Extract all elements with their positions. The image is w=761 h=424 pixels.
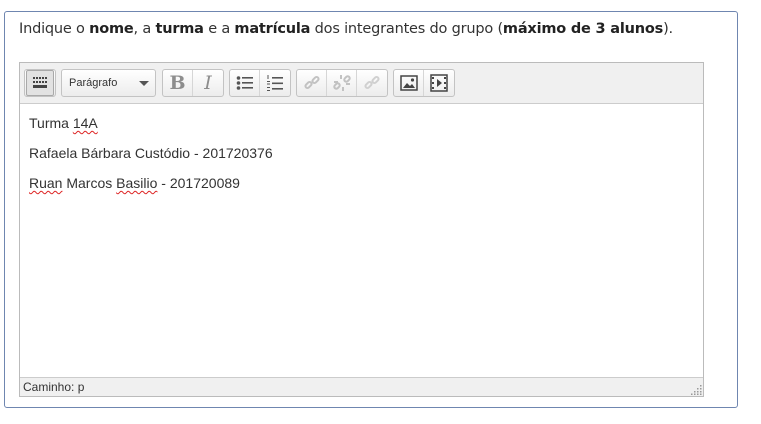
question-text: Indique o nome, a turma e a matrícula do… xyxy=(19,21,673,37)
paragraph-format-value: Parágrafo xyxy=(69,77,118,89)
unlink-button[interactable] xyxy=(327,70,357,96)
question-text-part: ). xyxy=(663,21,673,37)
bold-icon: B xyxy=(169,72,186,94)
content-line: Ruan Marcos Basilio - 201720089 xyxy=(29,175,273,191)
question-bold-registration: matrícula xyxy=(234,21,311,37)
question-bold-name: nome xyxy=(89,21,134,37)
question-text-part: dos integrantes do grupo ( xyxy=(310,21,503,37)
text-style-group: B I xyxy=(162,69,224,97)
bold-button[interactable]: B xyxy=(163,70,193,96)
image-icon xyxy=(399,75,418,91)
question-text-part: , a xyxy=(133,21,156,37)
list-group xyxy=(229,69,291,97)
misspelled-word: Ruan xyxy=(29,175,63,191)
toolbar-toggle-group xyxy=(24,69,56,97)
link-button[interactable] xyxy=(297,70,327,96)
italic-button[interactable]: I xyxy=(193,70,223,96)
insert-media-button[interactable] xyxy=(424,70,454,96)
question-bold-class: turma xyxy=(155,21,204,37)
editor-toolbar: Parágrafo B I xyxy=(20,63,703,104)
anchor-button[interactable] xyxy=(357,70,387,96)
element-path: Caminho: p xyxy=(23,380,85,394)
numbered-list-button[interactable] xyxy=(260,70,290,96)
editor-content-area[interactable]: Turma 14A Rafaela Bárbara Custódio - 201… xyxy=(29,115,273,205)
media-group xyxy=(393,69,455,97)
misspelled-word: Basilio xyxy=(116,175,158,191)
rich-text-editor: Parágrafo B I Turma 14A Rafaela Bárbara … xyxy=(19,62,704,397)
chevron-down-icon xyxy=(139,81,149,86)
anchor-icon xyxy=(364,75,380,90)
question-bold-max: máximo de 3 alunos xyxy=(502,21,664,37)
link-icon xyxy=(303,75,320,90)
question-text-part: Indique o xyxy=(19,21,90,37)
bullet-list-icon xyxy=(236,76,253,90)
paragraph-format-select[interactable]: Parágrafo xyxy=(61,69,156,97)
question-text-part: e a xyxy=(203,21,235,37)
misspelled-word: 14A xyxy=(72,115,98,131)
editor-statusbar: Caminho: p xyxy=(20,377,703,396)
numbered-list-icon xyxy=(267,75,283,91)
media-icon xyxy=(430,74,448,92)
insert-image-button[interactable] xyxy=(394,70,424,96)
resize-grip-icon[interactable] xyxy=(690,383,702,395)
italic-icon: I xyxy=(204,72,212,94)
content-line: Rafaela Bárbara Custódio - 201720376 xyxy=(29,145,273,161)
content-text: Marcos xyxy=(62,175,117,191)
content-text: - 201720089 xyxy=(157,175,240,191)
content-line: Turma 14A xyxy=(29,115,273,131)
question-card: Indique o nome, a turma e a matrícula do… xyxy=(4,11,738,408)
content-text: Turma xyxy=(29,115,73,131)
bullet-list-button[interactable] xyxy=(230,70,260,96)
toolbar-toggle-icon xyxy=(33,77,47,88)
toolbar-toggle-button[interactable] xyxy=(26,70,54,96)
unlink-icon xyxy=(332,75,351,91)
link-group xyxy=(296,69,388,97)
